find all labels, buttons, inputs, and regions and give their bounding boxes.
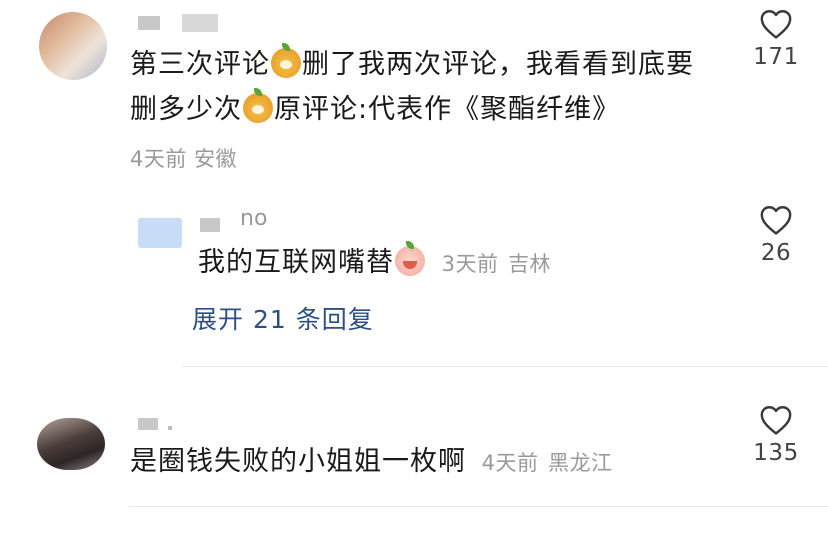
comment-text-segment: 我的互联网嘴替 [198,247,394,278]
heart-outline-icon [760,406,792,435]
avatar[interactable] [37,418,105,470]
comment-text-segment: 删了我两次评论，我看看到底要 [302,49,694,80]
comment-time: 3天前 [441,252,499,276]
comment-text: 是圈钱失败的小姐姐一枚啊 4天前 黑龙江 [130,441,613,484]
comment-text-segment: 第三次评论 [130,49,270,80]
heart-outline-icon [760,10,792,39]
username-redacted[interactable] [138,418,158,430]
comment-time: 4天前 [130,147,187,171]
dog-emoji-icon [271,43,301,78]
comment-location: 黑龙江 [548,451,613,475]
username-suffix[interactable]: no [240,206,267,231]
heart-outline-icon [760,206,792,235]
comment-location: 安徽 [194,147,238,171]
like-count: 171 [753,44,799,70]
avatar[interactable] [39,12,107,80]
like-count: 135 [753,440,799,466]
comment-text: 我的互联网嘴替 3天前 吉林 [198,241,552,285]
username-redacted[interactable] [138,16,160,30]
divider [182,366,828,367]
avatar[interactable] [138,218,182,248]
dog-emoji-icon [243,88,273,123]
comment-text: 第三次评论 删了我两次评论，我看看到底要 [130,43,694,86]
comment-time: 4天前 [481,451,539,475]
like-count: 26 [760,240,792,266]
comment-text-segment: 原评论:代表作《聚酯纤维》 [274,94,621,125]
like-button[interactable]: 26 [746,204,806,266]
divider [130,506,828,507]
comment-text: 删多少次 原评论:代表作《聚酯纤维》 [130,88,621,131]
comment-location: 吉林 [508,252,552,276]
comment-text-segment: 是圈钱失败的小姐姐一枚啊 [130,446,466,477]
face-emoji-icon [395,241,425,276]
expand-replies-link[interactable]: 展开 21 条回复 [192,300,374,336]
username-redacted[interactable] [182,14,218,32]
comment-meta: 4天前 安徽 [130,143,237,173]
comment-text-segment: 删多少次 [130,94,242,125]
username-redacted[interactable] [200,218,220,232]
like-button[interactable]: 171 [746,8,806,70]
username-redacted[interactable] [168,426,172,430]
like-button[interactable]: 135 [746,404,806,466]
